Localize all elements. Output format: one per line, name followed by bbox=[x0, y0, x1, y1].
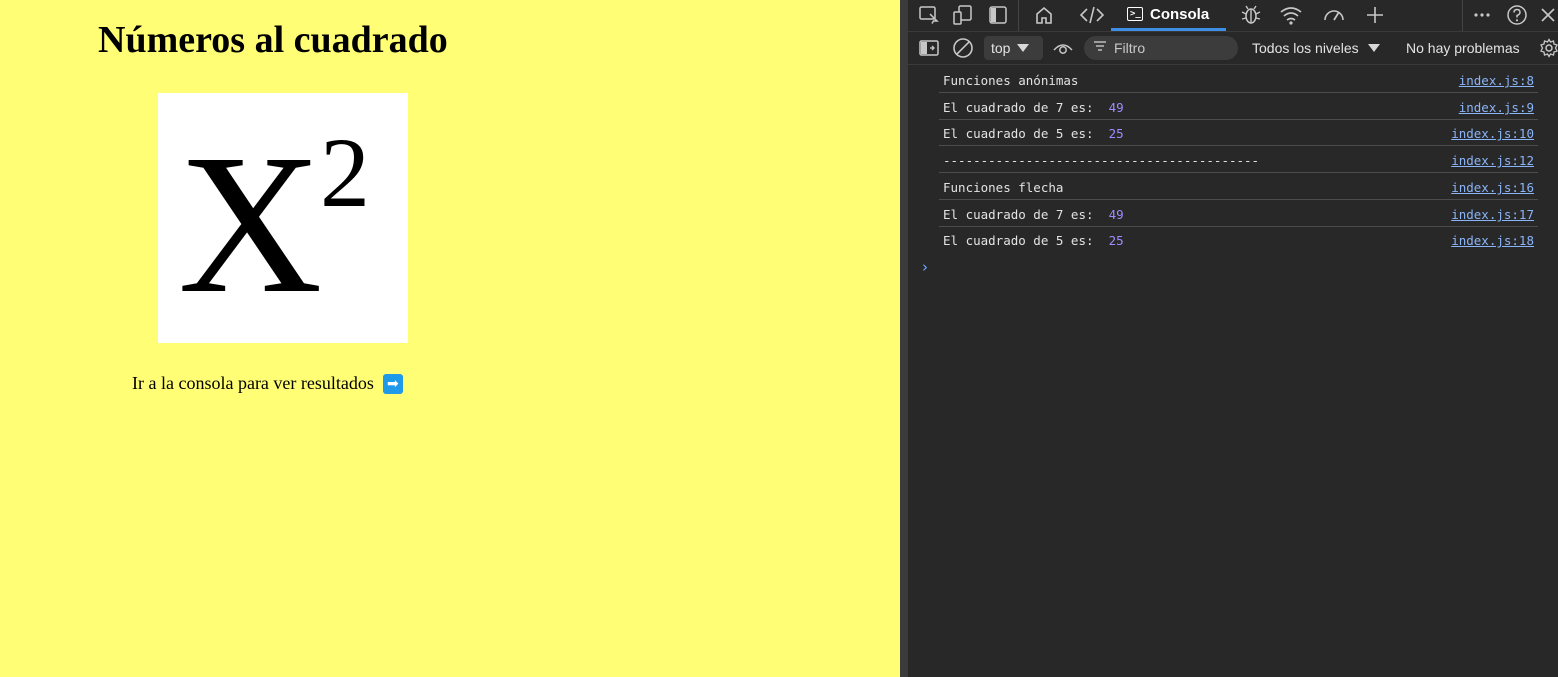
console-message: El cuadrado de 5 es: 25 index.js:18 bbox=[939, 226, 1538, 252]
console-message-text: Funciones anónimas bbox=[943, 73, 1079, 88]
elements-icon[interactable] bbox=[1080, 3, 1104, 27]
toolbar-divider bbox=[1462, 0, 1463, 31]
close-icon[interactable] bbox=[1536, 3, 1558, 27]
context-selector[interactable]: top bbox=[984, 36, 1043, 60]
source-link[interactable]: index.js:8 bbox=[1459, 73, 1534, 88]
help-icon[interactable] bbox=[1505, 3, 1529, 27]
console-message: El cuadrado de 7 es: 49 index.js:9 bbox=[939, 93, 1538, 120]
add-tab-icon[interactable] bbox=[1363, 3, 1387, 27]
console-message-text: ----------------------------------------… bbox=[943, 153, 1260, 168]
console-icon: >_ bbox=[1127, 7, 1143, 21]
home-icon[interactable] bbox=[1032, 3, 1056, 27]
source-link[interactable]: index.js:16 bbox=[1451, 180, 1534, 195]
source-link[interactable]: index.js:18 bbox=[1451, 233, 1534, 248]
console-message: El cuadrado de 7 es: 49 index.js:17 bbox=[939, 200, 1538, 227]
log-levels-dropdown[interactable]: Todos los niveles bbox=[1252, 37, 1380, 59]
console-number-value: 49 bbox=[1108, 207, 1124, 222]
console-message-text: El cuadrado de 7 es: 49 bbox=[943, 100, 1124, 115]
source-link[interactable]: index.js:9 bbox=[1459, 100, 1534, 115]
console-number-value: 49 bbox=[1108, 100, 1124, 115]
tab-console[interactable]: >_ Consola bbox=[1111, 0, 1226, 31]
console-message: El cuadrado de 5 es: 25 index.js:10 bbox=[939, 119, 1538, 146]
console-number-value: 25 bbox=[1108, 126, 1124, 141]
performance-icon[interactable] bbox=[1322, 3, 1346, 27]
console-message: Funciones flecha index.js:16 bbox=[939, 173, 1538, 200]
console-message-text: Funciones flecha bbox=[943, 180, 1064, 195]
devtools-tab-bar: >_ Consola bbox=[908, 0, 1558, 32]
console-message-text: El cuadrado de 5 es: 25 bbox=[943, 126, 1124, 141]
toolbar-divider bbox=[1018, 0, 1019, 31]
devtools-panel: >_ Consola top Filtro Todos los niveles … bbox=[908, 0, 1558, 677]
source-link[interactable]: index.js:17 bbox=[1451, 207, 1534, 222]
live-expression-eye-icon[interactable] bbox=[1051, 36, 1075, 60]
source-link[interactable]: index.js:10 bbox=[1451, 126, 1534, 141]
filter-input[interactable] bbox=[1114, 40, 1224, 56]
console-prompt-chevron-icon[interactable]: › bbox=[922, 258, 928, 276]
console-message-text: El cuadrado de 7 es: 49 bbox=[943, 207, 1124, 222]
right-arrow-icon: ➡ bbox=[382, 373, 403, 394]
inspect-icon[interactable] bbox=[917, 3, 941, 27]
console-tab-label: Consola bbox=[1150, 5, 1210, 23]
web-page: Números al cuadrado X 2 Ir a la consola … bbox=[0, 0, 900, 677]
issues-counter[interactable]: No hay problemas bbox=[1406, 37, 1520, 59]
log-levels-label: Todos los niveles bbox=[1252, 40, 1359, 56]
image-base-letter: X bbox=[178, 114, 323, 335]
image-exponent: 2 bbox=[320, 117, 370, 228]
hint-text-row: Ir a la consola para ver resultados ➡ bbox=[132, 373, 403, 394]
chevron-down-icon bbox=[1367, 44, 1380, 52]
network-icon[interactable] bbox=[1279, 3, 1303, 27]
x-squared-image: X 2 bbox=[158, 93, 408, 343]
console-message: Funciones anónimas index.js:8 bbox=[939, 66, 1538, 93]
console-message: ----------------------------------------… bbox=[939, 146, 1538, 173]
more-icon[interactable] bbox=[1470, 3, 1494, 27]
chevron-down-icon bbox=[1017, 44, 1030, 52]
hint-text: Ir a la consola para ver resultados bbox=[132, 373, 374, 393]
context-selector-value: top bbox=[991, 40, 1011, 56]
dock-panel-icon[interactable] bbox=[986, 3, 1010, 27]
clear-console-icon[interactable] bbox=[951, 36, 975, 60]
sources-icon[interactable] bbox=[1239, 3, 1263, 27]
console-filter-bar: top Todos los niveles No hay problemas bbox=[908, 32, 1558, 65]
filter-icon bbox=[1093, 40, 1107, 56]
settings-gear-icon[interactable] bbox=[1537, 36, 1558, 60]
filter-box[interactable] bbox=[1084, 36, 1238, 60]
device-emulation-icon[interactable] bbox=[951, 3, 975, 27]
console-number-value: 25 bbox=[1108, 233, 1124, 248]
devtools-splitter[interactable] bbox=[900, 0, 908, 677]
issues-label: No hay problemas bbox=[1406, 40, 1520, 56]
sidebar-toggle-icon[interactable] bbox=[917, 36, 941, 60]
console-message-text: El cuadrado de 5 es: 25 bbox=[943, 233, 1124, 248]
page-title: Números al cuadrado bbox=[98, 19, 448, 61]
source-link[interactable]: index.js:12 bbox=[1451, 153, 1534, 168]
